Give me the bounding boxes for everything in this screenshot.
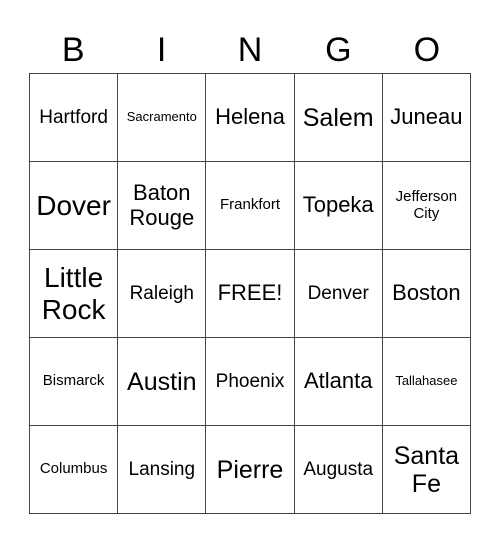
bingo-cell[interactable]: Boston — [382, 250, 471, 338]
bingo-grid: Hartford Sacramento Helena Salem Juneau Dover… — [29, 73, 471, 514]
bingo-cell[interactable]: Tallahasee — [382, 338, 471, 426]
header-letter-i: I — [156, 31, 167, 69]
bingo-cell[interactable]: Helena — [206, 74, 295, 162]
bingo-cell[interactable]: Denver — [294, 250, 383, 338]
bingo-cell[interactable]: Raleigh — [118, 250, 207, 338]
bingo-cell[interactable]: Hartford — [30, 74, 119, 162]
bingo-cell[interactable]: Juneau — [382, 74, 471, 162]
bingo-cell[interactable]: Pierre — [206, 426, 295, 514]
bingo-cell[interactable]: Bismarck — [30, 338, 119, 426]
bingo-cell[interactable]: Jefferson City — [382, 162, 471, 250]
header-letter-o: O — [413, 31, 441, 69]
bingo-cell[interactable]: Phoenix — [206, 338, 295, 426]
bingo-cell[interactable]: Salem — [294, 74, 383, 162]
bingo-cell[interactable]: Dover — [30, 162, 119, 250]
bingo-cell[interactable]: Topeka — [294, 162, 383, 250]
bingo-cell[interactable]: Austin — [118, 338, 207, 426]
bingo-cell[interactable]: Atlanta — [294, 338, 383, 426]
bingo-cell[interactable]: Sacramento — [118, 74, 207, 162]
bingo-header: B I N G O — [29, 28, 471, 72]
bingo-cell[interactable]: Santa Fe — [382, 426, 471, 514]
bingo-cell[interactable]: Augusta — [294, 426, 383, 514]
bingo-cell[interactable]: Lansing — [118, 426, 207, 514]
header-letter-n: N — [237, 31, 263, 69]
header-letter-b: B — [61, 31, 85, 69]
bingo-cell[interactable]: Frankfort — [206, 162, 295, 250]
bingo-cell[interactable]: Little Rock — [30, 250, 119, 338]
free-space-cell[interactable]: FREE! — [206, 250, 295, 338]
bingo-cell[interactable]: Baton Rouge — [118, 162, 207, 250]
bingo-cell[interactable]: Columbus — [30, 426, 119, 514]
header-letter-g: G — [325, 31, 352, 69]
